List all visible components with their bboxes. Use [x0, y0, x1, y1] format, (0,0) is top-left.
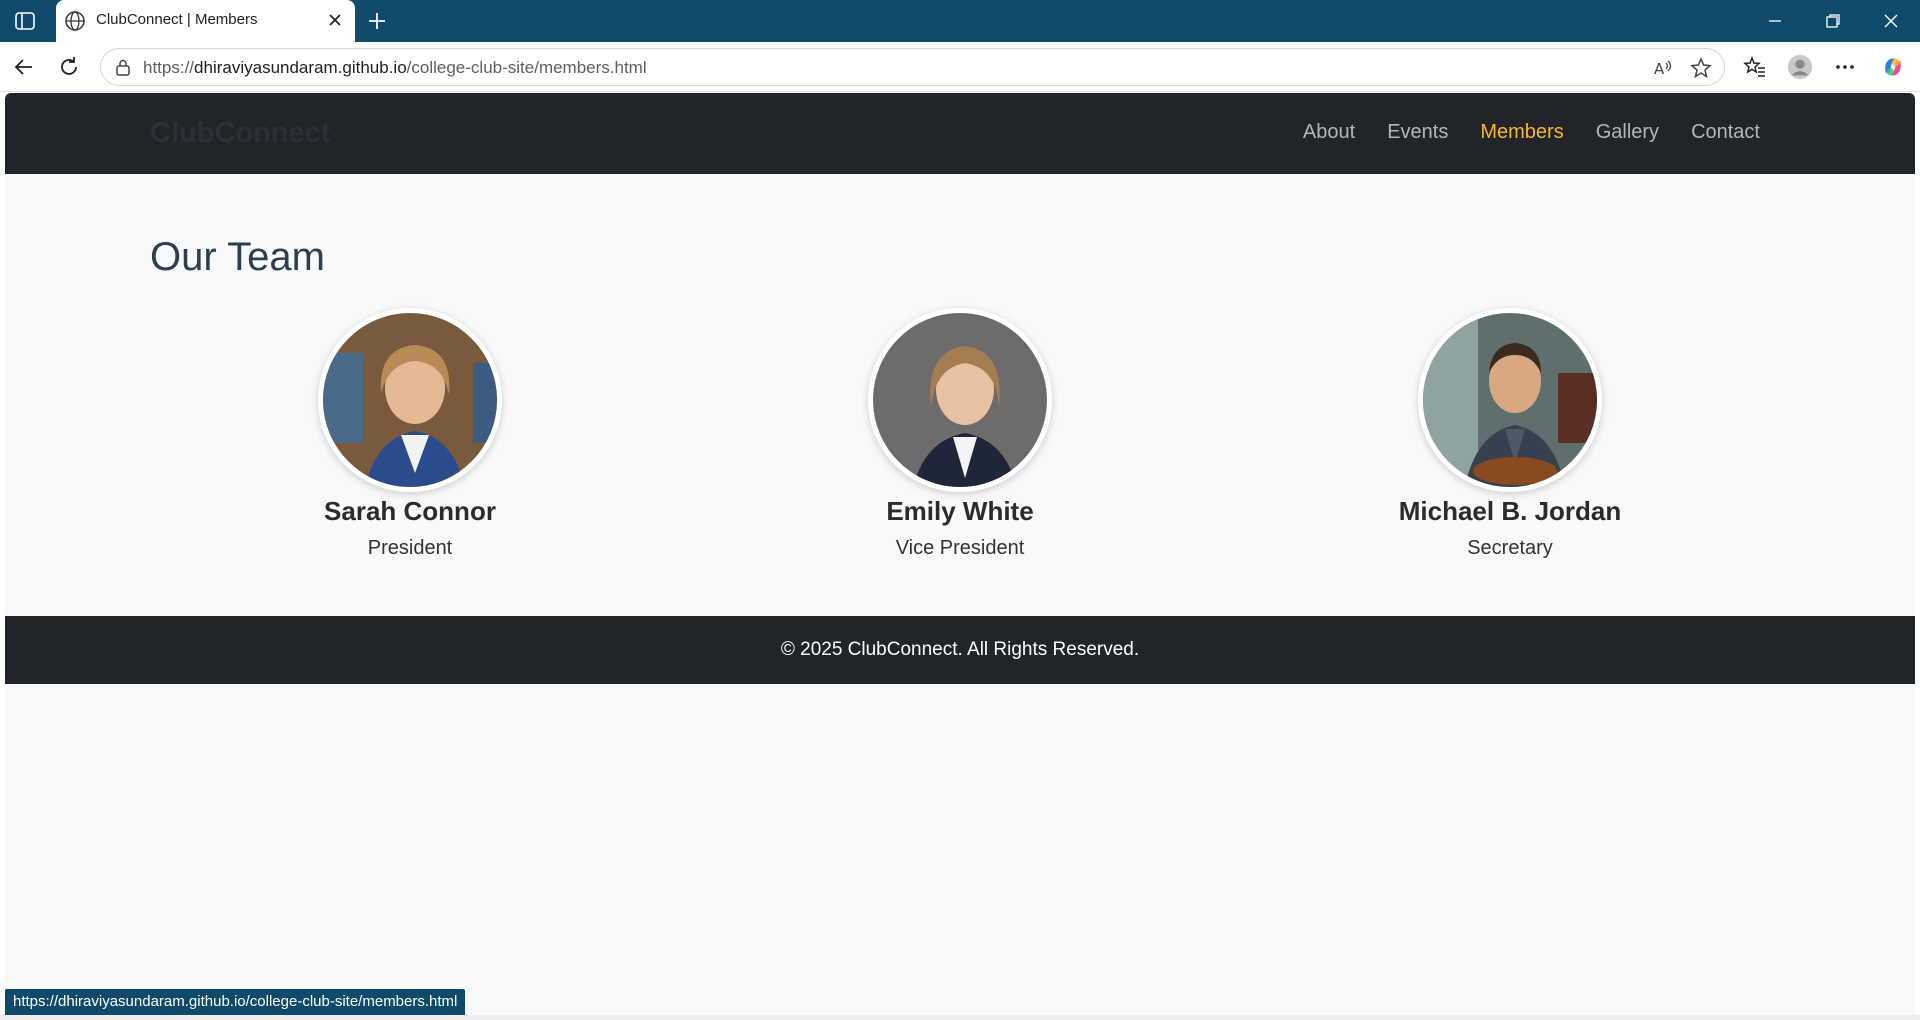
nav-link-contact[interactable]: Contact: [1691, 121, 1760, 144]
active-tab[interactable]: ClubConnect | Members: [56, 0, 355, 42]
address-bar-row: https://dhiraviyasundaram.github.io/coll…: [0, 42, 1920, 92]
close-tab-icon[interactable]: [325, 10, 345, 30]
member-role: Secretary: [1467, 537, 1553, 559]
close-window-icon[interactable]: [1862, 0, 1920, 42]
profile-avatar-icon[interactable]: [1787, 54, 1813, 80]
member-name: Sarah Connor: [324, 496, 496, 526]
read-aloud-icon[interactable]: A: [1652, 57, 1674, 79]
nav-link-gallery[interactable]: Gallery: [1596, 121, 1659, 144]
member-photo: [1418, 308, 1602, 492]
globe-icon: [64, 10, 86, 32]
browser-tab-bar: ClubConnect | Members: [0, 0, 1920, 42]
add-favorite-star-icon[interactable]: [1690, 57, 1712, 79]
member-role: President: [367, 537, 453, 559]
site-nav: About Events Members Gallery Contact: [1303, 121, 1760, 144]
url-field[interactable]: https://dhiraviyasundaram.github.io/coll…: [100, 48, 1725, 86]
page-viewport: ClubConnect About Events Members Gallery…: [5, 93, 1915, 1015]
member-photo: [868, 308, 1052, 492]
nav-link-members[interactable]: Members: [1480, 121, 1563, 144]
member-card: Emily White Vice President: [800, 308, 1120, 560]
member-photo: [318, 308, 502, 492]
restore-icon[interactable]: [1804, 0, 1862, 42]
status-bar-url: https://dhiraviyasundaram.github.io/coll…: [5, 989, 466, 1015]
url-text: https://dhiraviyasundaram.github.io/coll…: [143, 58, 647, 77]
site-info-icon[interactable]: [113, 58, 133, 78]
member-name: Michael B. Jordan: [1398, 496, 1622, 526]
member-card: Michael B. Jordan Secretary: [1350, 308, 1670, 560]
tab-title: ClubConnect | Members: [96, 11, 258, 28]
svg-text:A: A: [1654, 60, 1665, 78]
favorites-icon[interactable]: [1742, 54, 1768, 80]
site-brand-logo[interactable]: ClubConnect: [150, 117, 330, 150]
sidebar-toggle-icon[interactable]: [12, 9, 38, 33]
window-bottom-edge: [0, 1015, 1920, 1020]
back-icon[interactable]: [11, 54, 37, 80]
nav-link-about[interactable]: About: [1303, 121, 1355, 144]
page-title: Our Team: [150, 235, 325, 279]
minimize-icon[interactable]: [1746, 0, 1804, 42]
copilot-icon[interactable]: [1880, 54, 1906, 80]
refresh-icon[interactable]: [56, 54, 82, 80]
member-role: Vice President: [895, 537, 1025, 559]
member-name: Emily White: [886, 496, 1034, 526]
more-menu-icon[interactable]: [1832, 54, 1858, 80]
site-footer: © 2025 ClubConnect. All Rights Reserved.: [5, 616, 1915, 684]
nav-link-events[interactable]: Events: [1387, 121, 1448, 144]
member-card: Sarah Connor President: [250, 308, 570, 560]
footer-copyright: © 2025 ClubConnect. All Rights Reserved.: [780, 639, 1140, 660]
site-header: ClubConnect About Events Members Gallery…: [5, 93, 1915, 174]
new-tab-icon[interactable]: [364, 8, 390, 34]
